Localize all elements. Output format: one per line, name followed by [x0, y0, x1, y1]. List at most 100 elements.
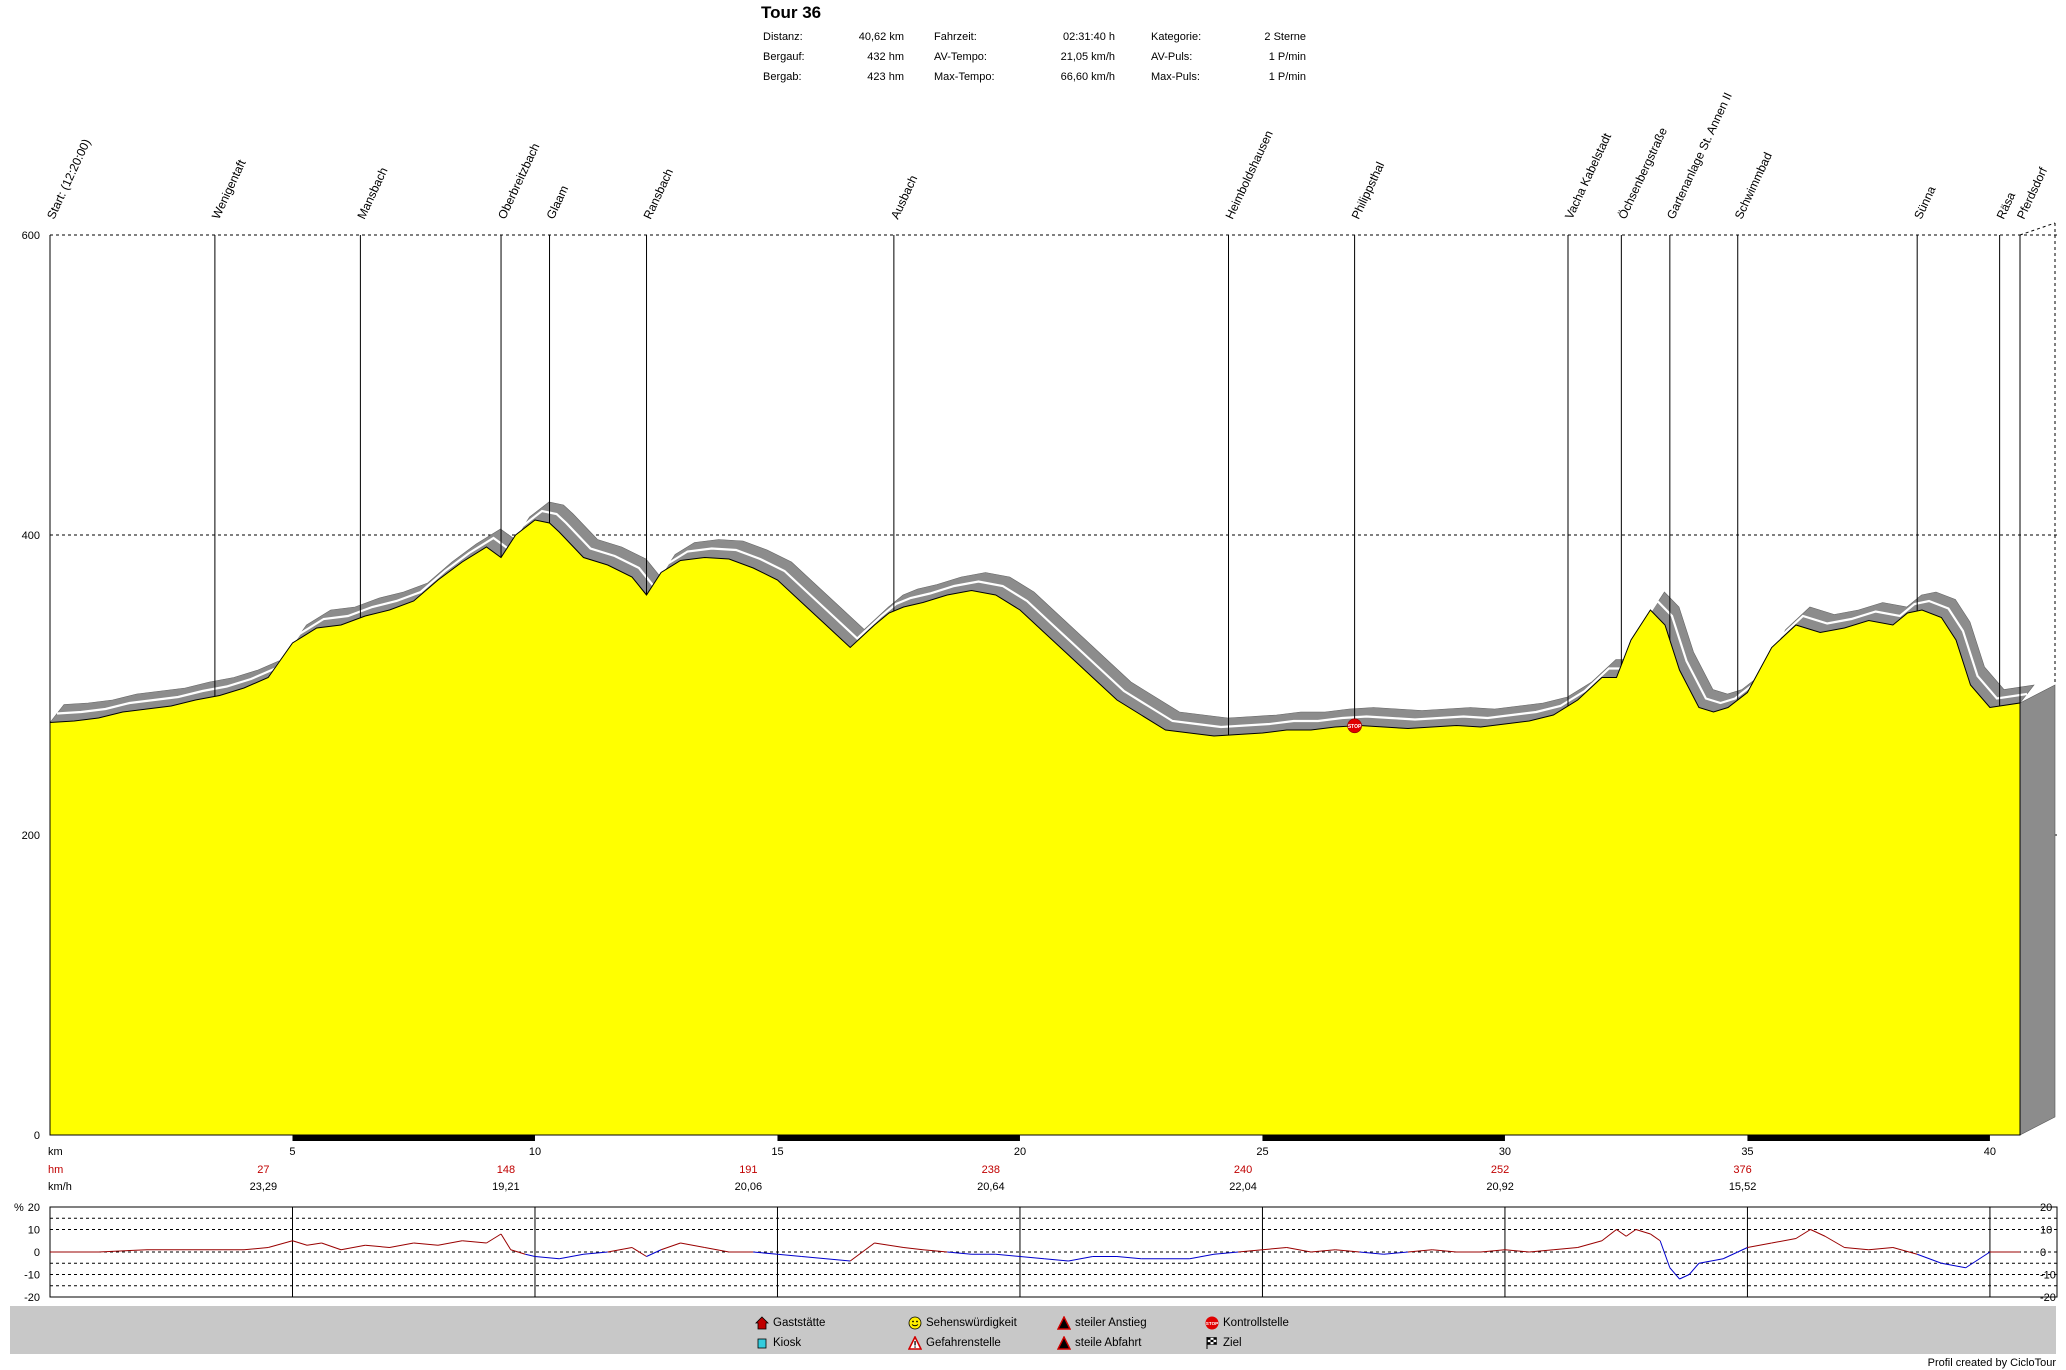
gradient-y-tick-right: -20 — [2040, 1292, 2056, 1304]
waypoint-label: Schwimmbad — [1732, 150, 1775, 221]
waypoint-label-start: Start: (12:20:00) — [44, 137, 93, 222]
profile-side-face — [2019, 684, 2056, 1136]
gradient-segment — [1650, 1233, 1661, 1242]
stop-icon-text: STOP — [1206, 1321, 1218, 1326]
warning-icon — [908, 1336, 922, 1350]
gradient-segment — [340, 1244, 366, 1251]
frame-edge — [2019, 222, 2056, 236]
gradient-segment — [660, 1242, 681, 1251]
stop-marker-text: STOP — [1348, 724, 1362, 730]
waypoint-label: Ransbach — [641, 166, 677, 221]
gradient-y-tick-right: 0 — [2040, 1247, 2046, 1259]
legend-label: Gaststätte — [773, 1317, 826, 1329]
gradient-segment — [1068, 1256, 1093, 1262]
waypoint-label: Vacha Kabelstadt — [1562, 130, 1614, 221]
gradient-segment — [1917, 1253, 1942, 1264]
gradient-segment — [995, 1253, 1021, 1257]
gradient-segment — [874, 1242, 890, 1246]
waypoint-label: Philippsthal — [1349, 160, 1388, 222]
stat-label-climb: Bergauf: — [763, 51, 805, 63]
stat-value-category: 2 Sterne — [1264, 31, 1306, 43]
gradient-segment — [1044, 1258, 1069, 1262]
stat-label-ridetime: Fahrzeit: — [934, 31, 977, 43]
gradient-segment — [1747, 1242, 1772, 1248]
gradient-segment — [1771, 1238, 1797, 1244]
stop-icon: STOP — [1205, 1316, 1219, 1330]
gradient-chart: 20 20 10 10 0 0 -10 -10 -20 -20% — [14, 1202, 2058, 1304]
gradient-segment — [1688, 1262, 1700, 1275]
gradient-segment — [321, 1242, 342, 1251]
stat-label-descent: Bergab: — [763, 71, 802, 83]
gradient-y-tick-right: 20 — [2040, 1202, 2052, 1214]
table-cell: 27 — [257, 1164, 269, 1176]
stat-value-climb: 432 hm — [867, 51, 904, 63]
gradient-segment — [1698, 1258, 1724, 1264]
gradient-ylabel: % — [14, 1202, 24, 1214]
legend-label: Gefahrenstelle — [926, 1337, 1001, 1349]
waypoint-label: Sünna — [1911, 184, 1938, 222]
gradient-segment — [1824, 1235, 1845, 1248]
gradient-segment — [680, 1242, 705, 1248]
legend-label: Sehenswürdigkeit — [926, 1317, 1017, 1329]
x-axis-bar-segment — [777, 1135, 1020, 1141]
gradient-segment — [947, 1251, 972, 1255]
gradient-segment — [306, 1242, 322, 1246]
table-cell: 22,04 — [1229, 1181, 1257, 1193]
stat-value-avpulse: 1 P/min — [1268, 51, 1306, 63]
legend-label: Kiosk — [773, 1337, 802, 1349]
y-tick-label: 200 — [22, 830, 40, 842]
stat-value-maxspeed: 66,60 km/h — [1060, 71, 1115, 83]
table-cell: 20,92 — [1486, 1181, 1514, 1193]
gradient-segment — [1868, 1247, 1893, 1251]
elevation-profile — [49, 501, 2056, 1136]
gradient-segment — [437, 1240, 463, 1246]
gradient-y-tick-right: -10 — [2040, 1270, 2056, 1282]
gradient-segment — [1795, 1229, 1811, 1239]
gradient-segment — [1679, 1274, 1690, 1280]
gradient-y-tick-left: -20 — [24, 1292, 40, 1304]
x-axis-bar-segment — [1747, 1135, 1990, 1141]
gradient-segment — [1892, 1247, 1918, 1255]
gradient-segment — [413, 1242, 439, 1246]
stat-label-maxspeed: Max-Tempo: — [934, 71, 995, 83]
stat-label-avspeed: AV-Tempo: — [934, 51, 987, 63]
gradient-segment — [903, 1247, 924, 1251]
credit-text: Profil created by CicloTour — [1927, 1357, 2056, 1369]
legend-label: steiler Anstieg — [1075, 1317, 1147, 1329]
gradient-y-tick-right: 10 — [2040, 1225, 2052, 1237]
y-tick-label: 0 — [34, 1130, 40, 1142]
table-cell: 20,06 — [735, 1181, 763, 1193]
stat-value-ridetime: 02:31:40 h — [1063, 31, 1115, 43]
x-axis-bar-segment — [292, 1135, 535, 1141]
house-icon — [755, 1316, 769, 1330]
table-cell: 23,29 — [250, 1181, 278, 1193]
gradient-segment — [1601, 1229, 1617, 1242]
x-tick-label: 10 — [529, 1146, 541, 1158]
gradient-segment — [1965, 1251, 1991, 1269]
legend-item-kiosk: Kiosk — [755, 1336, 801, 1350]
gradient-segment — [292, 1240, 308, 1246]
gradient-segment — [1189, 1253, 1215, 1260]
gradient-segment — [500, 1233, 512, 1251]
gradient-segment — [1625, 1229, 1637, 1237]
gradient-segment — [1116, 1256, 1142, 1260]
waypoint-label: Mansbach — [354, 165, 390, 221]
gradient-y-tick-left: 10 — [28, 1225, 40, 1237]
stat-label-maxpulse: Max-Puls: — [1151, 71, 1200, 83]
y-tick-label: 600 — [22, 230, 40, 242]
kiosk-icon — [757, 1338, 767, 1349]
gradient-segment — [801, 1256, 827, 1260]
gradient-segment — [1577, 1240, 1603, 1248]
stat-label-category: Kategorie: — [1151, 31, 1202, 43]
gradient-segment — [1722, 1247, 1748, 1260]
gradient-segment — [607, 1247, 633, 1253]
gradient-y-tick-left: 0 — [34, 1247, 40, 1259]
gradient-segment — [243, 1247, 269, 1251]
x-tick-label: 5 — [289, 1146, 295, 1158]
legend-item-steiler-anstieg: steiler Anstieg — [1057, 1316, 1147, 1330]
table-row-label: km/h — [48, 1181, 72, 1193]
gradient-segment — [1529, 1249, 1554, 1253]
tour-title: Tour 36 — [761, 3, 822, 22]
gradient-segment — [389, 1242, 414, 1248]
gradient-segment — [849, 1242, 875, 1262]
